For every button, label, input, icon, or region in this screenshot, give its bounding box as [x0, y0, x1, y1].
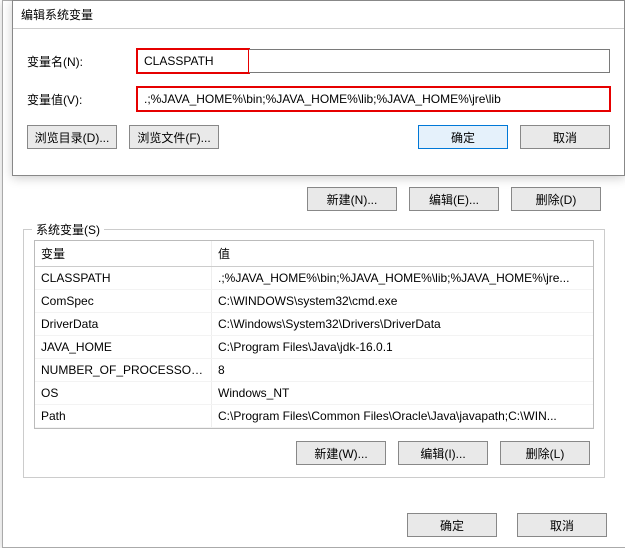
system-variables-group: 系统变量(S) 变量 值 CLASSPATH.;%JAVA_HOME%\bin;… — [23, 229, 605, 478]
cell-val: .;%JAVA_HOME%\bin;%JAVA_HOME%\lib;%JAVA_… — [211, 267, 593, 289]
var-name-input-ext[interactable] — [249, 49, 610, 73]
cell-val: C:\Program Files\Common Files\Oracle\Jav… — [211, 405, 593, 427]
edit-user-var-button[interactable]: 编辑(E)... — [409, 187, 499, 211]
cell-var: OS — [35, 382, 211, 404]
dialog-title: 编辑系统变量 — [13, 1, 624, 29]
new-user-var-button[interactable]: 新建(N)... — [307, 187, 397, 211]
var-value-input[interactable] — [137, 87, 610, 111]
var-name-label: 变量名(N): — [27, 53, 137, 70]
edit-sys-var-button[interactable]: 编辑(I)... — [398, 441, 488, 465]
user-vars-buttons: 新建(N)... 编辑(E)... 删除(D) — [17, 179, 611, 229]
cell-var: DriverData — [35, 313, 211, 335]
edit-system-variable-dialog: 编辑系统变量 变量名(N): 变量值(V): 浏览目录(D)... 浏览文件(F… — [12, 0, 625, 176]
table-header: 变量 值 — [35, 241, 593, 267]
col-val: 值 — [211, 241, 593, 266]
new-sys-var-button[interactable]: 新建(W)... — [296, 441, 386, 465]
table-row[interactable]: JAVA_HOMEC:\Program Files\Java\jdk-16.0.… — [35, 336, 593, 359]
cell-var: ComSpec — [35, 290, 211, 312]
table-row[interactable]: CLASSPATH.;%JAVA_HOME%\bin;%JAVA_HOME%\l… — [35, 267, 593, 290]
cell-val: Windows_NT — [211, 382, 593, 404]
cell-val: C:\Windows\System32\Drivers\DriverData — [211, 313, 593, 335]
cell-var: NUMBER_OF_PROCESSORS — [35, 359, 211, 381]
table-row[interactable]: DriverDataC:\Windows\System32\Drivers\Dr… — [35, 313, 593, 336]
var-name-input[interactable] — [137, 49, 249, 73]
cell-var: JAVA_HOME — [35, 336, 211, 358]
cancel-button[interactable]: 取消 — [517, 513, 607, 537]
var-value-label: 变量值(V): — [27, 91, 137, 108]
system-variables-label: 系统变量(S) — [32, 221, 104, 238]
browse-file-button[interactable]: 浏览文件(F)... — [129, 125, 219, 149]
system-variables-table[interactable]: 变量 值 CLASSPATH.;%JAVA_HOME%\bin;%JAVA_HO… — [34, 240, 594, 429]
cell-var: CLASSPATH — [35, 267, 211, 289]
col-var: 变量 — [35, 241, 211, 266]
browse-dir-button[interactable]: 浏览目录(D)... — [27, 125, 117, 149]
table-row[interactable]: OSWindows_NT — [35, 382, 593, 405]
cell-var: Path — [35, 405, 211, 427]
delete-user-var-button[interactable]: 删除(D) — [511, 187, 601, 211]
dialog-footer: 确定 取消 — [407, 513, 607, 537]
cell-val: 8 — [211, 359, 593, 381]
table-row[interactable]: NUMBER_OF_PROCESSORS8 — [35, 359, 593, 382]
table-row[interactable]: ComSpecC:\WINDOWS\system32\cmd.exe — [35, 290, 593, 313]
cell-val: C:\WINDOWS\system32\cmd.exe — [211, 290, 593, 312]
edit-ok-button[interactable]: 确定 — [418, 125, 508, 149]
table-row[interactable]: PathC:\Program Files\Common Files\Oracle… — [35, 405, 593, 428]
edit-cancel-button[interactable]: 取消 — [520, 125, 610, 149]
cell-val: C:\Program Files\Java\jdk-16.0.1 — [211, 336, 593, 358]
delete-sys-var-button[interactable]: 删除(L) — [500, 441, 590, 465]
system-vars-buttons: 新建(W)... 编辑(I)... 删除(L) — [34, 429, 594, 465]
ok-button[interactable]: 确定 — [407, 513, 497, 537]
